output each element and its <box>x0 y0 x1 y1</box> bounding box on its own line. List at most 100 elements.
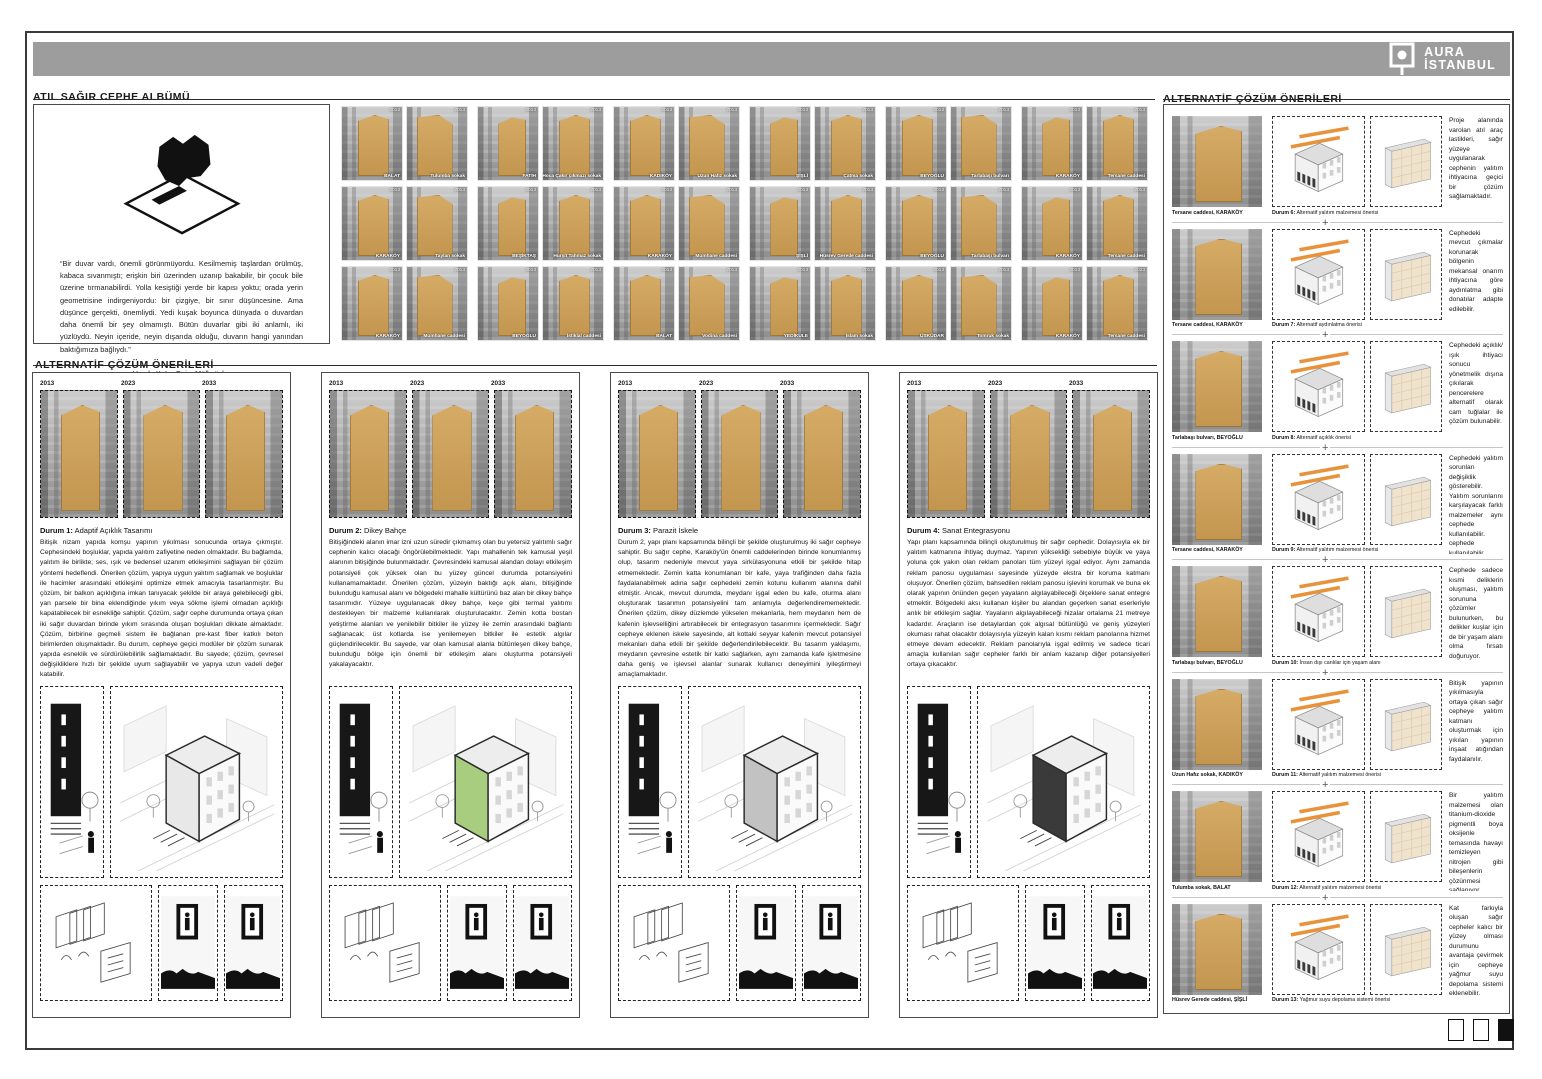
panel-photos <box>329 390 572 518</box>
timeline-photo-2033 <box>494 390 572 518</box>
facade-photo: 2013 Tomruk sokak <box>950 266 1012 341</box>
row-diagram-column: Durum 13: Yağmur suyu depolama sistemi ö… <box>1272 904 1442 1011</box>
facade-photo: 2013 KADIKÖY <box>613 106 675 181</box>
isometric-diagram-frame <box>1272 566 1365 657</box>
year-label: 2013 <box>907 380 988 387</box>
alternative-row: Tarlabaşı bulvarı, BEYOĞLU Durum 10: İns… <box>1172 560 1503 673</box>
row-photo-column: Hüsrev Gerede caddesi, ŞİŞLİ <box>1172 904 1262 1011</box>
panel-photos <box>40 390 283 518</box>
solution-panel: 2013 2023 2033 Durum 3: Parazit İskele D… <box>610 372 869 1018</box>
facade-photo: 2013 Tarlabaşı bulvarı <box>950 106 1012 181</box>
year-label: 2013 <box>618 380 699 387</box>
solution-panel: 2013 2023 2033 Durum 1: Adaptif Açıklık … <box>32 372 291 1018</box>
photo-location-label: Çatma sokak <box>843 174 873 179</box>
isometric-diagram-frame <box>1272 229 1365 320</box>
row-diagram-column: Durum 12: Alternatif yalıtım malzemesi ö… <box>1272 791 1442 897</box>
facade-photo: 2013 Tulumba sokak <box>406 106 468 181</box>
photo-location-label: ŞİŞLİ <box>796 254 808 259</box>
facade-photo: 2013 BEYOĞLU <box>477 266 539 341</box>
street-vignette-diagram <box>515 889 569 996</box>
alternatives-list: Tersane caddesi, KARAKÖY Durum 6: Altern… <box>1163 104 1510 1014</box>
alternative-row: Tulumba sokak, BALAT Durum 12: Alternati… <box>1172 785 1503 898</box>
isometric-proposal-diagram <box>1275 569 1361 654</box>
facade-photo: 2013 ÜSKÜDAR <box>885 266 947 341</box>
quote-box: “Bir duvar vardı, önemli görünmüyordu. K… <box>33 104 330 344</box>
street-vignette-diagram <box>1093 889 1147 996</box>
facade-diagram-frame <box>1370 229 1442 320</box>
isometric-proposal-diagram <box>1275 232 1361 317</box>
site-photo-caption: Tarlabaşı bulvarı, BEYOĞLU <box>1172 660 1262 666</box>
photo-year-label: 2013 <box>1069 268 1080 273</box>
photo-year-label: 2013 <box>389 188 400 193</box>
facade-diagram-frame <box>1370 116 1442 207</box>
panel-diagrams-top <box>907 686 1150 878</box>
vignette-diagram-frame <box>1025 885 1085 1001</box>
panel-body-text: Durum 2, yapı planı kapsamında bilinçli … <box>618 538 861 681</box>
alternative-description: Cephedeki açıklık/ışık ihtiyacı sonucu y… <box>1449 341 1503 441</box>
page-dot-2 <box>1473 1019 1489 1041</box>
facade-elevation-diagram <box>621 693 679 872</box>
panel-years: 2013 2023 2033 <box>40 380 283 387</box>
street-vignette-diagram <box>739 889 793 996</box>
timeline-photo-2013 <box>40 390 118 518</box>
row-photo-column: Tersane caddesi, KARAKÖY <box>1172 229 1262 335</box>
timeline-photo-2033 <box>205 390 283 518</box>
facade-diagram-frame <box>1370 341 1442 432</box>
timeline-photo-2023 <box>412 390 490 518</box>
facade-photo: 2013 BEŞİKTAŞ <box>477 186 539 261</box>
diagram-caption-text: Alternatif yalıtım malzemesi önerisi <box>1299 772 1381 778</box>
axonometric-diagram <box>694 693 855 872</box>
diagram-frames <box>1272 791 1442 882</box>
photo-location-label: KARAKÖY <box>648 254 672 259</box>
axonometric-diagram-frame <box>688 686 861 878</box>
site-photo <box>1172 566 1262 657</box>
photo-location-label: YEDİKULE <box>784 334 808 339</box>
photo-year-label: 2013 <box>933 268 944 273</box>
facade-photo: 2013 Tersane caddesi <box>1086 186 1148 261</box>
photo-location-label: Hoca Çakır çıkmazı sokak <box>542 174 601 179</box>
diagram-caption-text: Yağmur suyu depolama sistemi önerisi <box>1300 997 1391 1003</box>
panel-title: Durum 1: Adaptif Açıklık Tasarımı <box>40 526 283 535</box>
panel-diagrams-bottom <box>329 885 572 1001</box>
row-photo-column: Tarlabaşı bulvarı, BEYOĞLU <box>1172 566 1262 672</box>
row-diagram-column: Durum 8: Alternatif açıklık önerisi <box>1272 341 1442 447</box>
diagram-caption: Durum 6: Alternatif yalıtım malzemesi ön… <box>1272 210 1442 216</box>
vignette-diagram-frame <box>1091 885 1151 1001</box>
photo-location-label: Tarlabaşı bulvarı <box>971 174 1009 179</box>
site-photo <box>1172 679 1262 770</box>
photo-year-label: 2013 <box>933 188 944 193</box>
facade-photo: 2013 KARAKÖY <box>341 266 403 341</box>
facade-photo: 2013 Hoca Çakır çıkmazı sokak <box>542 106 604 181</box>
solution-panel: 2013 2023 2033 Durum 4: Sanat Entegrasyo… <box>899 372 1158 1018</box>
diagram-frames <box>1272 566 1442 657</box>
panel-diagrams-bottom <box>618 885 861 1001</box>
alternative-row: Tersane caddesi, KARAKÖY Durum 9: Altern… <box>1172 448 1503 561</box>
facade-photo: 2013 Mumhane caddesi <box>406 266 468 341</box>
axonometric-diagram <box>405 693 566 872</box>
site-photo-caption: Hüsrev Gerede caddesi, ŞİŞLİ <box>1172 997 1262 1003</box>
page-dot-1 <box>1448 1019 1464 1041</box>
facade-photo: 2013 KARAKÖY <box>1021 266 1083 341</box>
album-title: ATIL SAĞIR CEPHE ALBÜMÜ <box>33 91 190 103</box>
photo-location-label: Uzun Hafız sokak <box>698 174 737 179</box>
timeline-photo-2023 <box>701 390 779 518</box>
photo-location-label: KARAKÖY <box>1056 254 1080 259</box>
photo-location-label: İstiklal caddesi <box>567 334 601 339</box>
diagram-caption-kicker: Durum 11: <box>1272 772 1298 778</box>
facade-photo: 2013 KARAKÖY <box>341 186 403 261</box>
photo-year-label: 2013 <box>590 188 601 193</box>
photo-year-label: 2013 <box>933 108 944 113</box>
vignette-diagram-frame <box>513 885 573 1001</box>
wall-isometric-icon <box>118 131 246 239</box>
photo-location-label: Tersane caddesi <box>1108 334 1145 339</box>
street-vignette-diagram <box>161 889 215 996</box>
timeline-photo-2013 <box>618 390 696 518</box>
panel-years: 2013 2023 2033 <box>329 380 572 387</box>
facade-proposal-diagram <box>1373 907 1440 992</box>
timeline-photo-2013 <box>907 390 985 518</box>
year-label: 2013 <box>329 380 410 387</box>
photo-location-label: Hurşit Tahmaz sokak <box>553 254 601 259</box>
photo-year-label: 2013 <box>998 268 1009 273</box>
diagram-caption-kicker: Durum 7: <box>1272 322 1295 328</box>
vignette-diagram-frame <box>802 885 862 1001</box>
